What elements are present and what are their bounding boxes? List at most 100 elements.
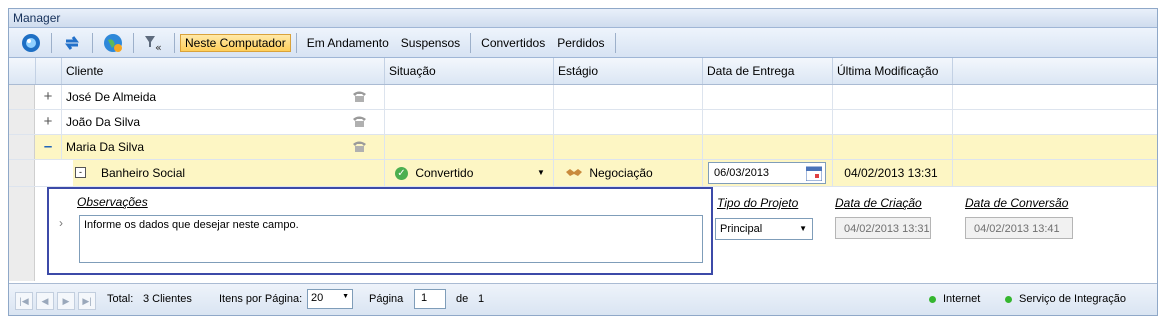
row-indicator	[9, 110, 35, 134]
toolbar-separator	[92, 32, 93, 53]
internet-status-label: Internet	[943, 293, 981, 305]
toolbar-separator	[133, 32, 134, 53]
chevron-down-icon[interactable]: ▼	[537, 160, 545, 186]
toolbar-separator	[295, 32, 297, 53]
delivery-cell: 06/03/2013	[702, 160, 833, 186]
integration-status-label: Serviço de Integração	[1019, 293, 1127, 305]
first-page-icon[interactable]: |◀	[15, 292, 33, 310]
last-page-icon[interactable]: ▶|	[78, 292, 96, 310]
modificacao-cell	[832, 110, 953, 134]
modificacao-cell	[832, 135, 953, 159]
chevron-down-icon[interactable]: ▼	[799, 219, 807, 239]
toolbar-separator	[470, 32, 472, 53]
row-indicator	[9, 187, 35, 281]
collapse-square-icon[interactable]: -	[75, 167, 86, 178]
table-row[interactable]: + João Da Silva	[9, 110, 1157, 135]
project-name: Banheiro Social	[101, 166, 186, 180]
check-circle-icon: ✓	[395, 167, 408, 181]
estagio-cell	[553, 110, 703, 134]
total-label: Total:	[107, 293, 134, 305]
table-row-selected[interactable]: – Maria Da Silva	[9, 135, 1157, 160]
internet-status: Internet	[929, 293, 980, 305]
prev-page-icon[interactable]: ◀	[36, 292, 54, 310]
window-title: Manager	[9, 9, 1157, 28]
chevron-down-icon[interactable]: ▼	[342, 293, 349, 300]
filler-cell	[952, 110, 1157, 134]
situacao-cell	[384, 110, 554, 134]
filter-suspensos[interactable]: Suspensos	[396, 34, 465, 52]
toolbar-separator	[51, 32, 52, 53]
table-row[interactable]: + José De Almeida	[9, 85, 1157, 110]
status-dot-icon	[1005, 295, 1012, 303]
project-type-select[interactable]: Principal ▼	[715, 218, 813, 240]
creation-date-field: 04/02/2013 13:31	[835, 217, 931, 239]
filter-neste-computador[interactable]: Neste Computador	[180, 33, 291, 52]
integration-status: Serviço de Integração	[1005, 293, 1126, 305]
entrega-cell	[702, 135, 833, 159]
toolbar-separator	[174, 32, 175, 53]
estagio-cell	[553, 85, 703, 109]
indent-spacer	[35, 160, 73, 186]
column-header-ultima-modificacao[interactable]: Última Modificação	[832, 58, 949, 84]
observations-label: Observações	[77, 195, 148, 209]
estagio-cell	[553, 135, 703, 159]
entrega-cell	[702, 85, 833, 109]
status-bar: |◀ ◀ ▶ ▶| Total: 3 Clientes Itens por Pá…	[9, 283, 1157, 315]
manager-window: Manager « Neste Computador Em Andamento …	[8, 8, 1158, 316]
next-page-icon[interactable]: ▶	[57, 292, 75, 310]
header-expander	[35, 58, 62, 84]
toolbar: « Neste Computador Em Andamento Suspenso…	[9, 28, 1157, 58]
total-value: 3 Clientes	[143, 293, 192, 305]
header-indicator	[9, 58, 35, 84]
column-header-cliente[interactable]: Cliente	[61, 58, 384, 84]
page-value: 1	[421, 292, 428, 304]
row-indicator	[9, 135, 35, 159]
stage-value: Negociação	[589, 166, 653, 180]
calendar-icon[interactable]	[805, 165, 823, 189]
status-select[interactable]: ✓ Convertido ▼	[384, 160, 554, 186]
page-count: 1	[478, 293, 485, 305]
entrega-cell	[702, 110, 833, 134]
project-row[interactable]: - Banheiro Social ✓ Convertido ▼ Negocia…	[9, 160, 1157, 187]
filter-convertidos[interactable]: Convertidos	[476, 34, 550, 52]
filter-perdidos[interactable]: Perdidos	[552, 34, 609, 52]
expand-button[interactable]: +	[36, 110, 60, 134]
phone-icon[interactable]	[352, 115, 367, 131]
status-value: Convertido	[415, 166, 474, 180]
of-label: de	[456, 293, 469, 305]
delivery-date-value: 06/03/2013	[714, 167, 770, 179]
client-name: José De Almeida	[61, 85, 384, 109]
svg-text:«: «	[155, 41, 162, 53]
filter-em-andamento[interactable]: Em Andamento	[302, 34, 394, 52]
refresh-icon[interactable]	[61, 32, 83, 54]
expand-button[interactable]: +	[36, 85, 60, 109]
observations-panel: Observações Informe os dados que desejar…	[47, 187, 713, 275]
phone-icon[interactable]	[352, 140, 367, 156]
column-header-data-entrega[interactable]: Data de Entrega	[702, 58, 829, 84]
column-header-estagio[interactable]: Estágio	[553, 58, 700, 84]
column-header-situacao[interactable]: Situação	[384, 58, 551, 84]
row-indicator	[9, 85, 35, 109]
per-page-select[interactable]: 20 ▼	[307, 289, 353, 309]
modificacao-cell	[832, 85, 953, 109]
project-type-value: Principal	[720, 223, 763, 235]
last-modified-value: 04/02/2013 13:31	[832, 160, 949, 186]
collapse-button[interactable]: –	[36, 135, 60, 159]
page-input[interactable]: 1	[414, 289, 446, 309]
conversion-date-field: 04/02/2013 13:41	[965, 217, 1073, 239]
project-type-label: Tipo do Projeto	[717, 196, 799, 210]
conversion-date-label: Data de Conversão	[965, 196, 1069, 210]
logo-icon[interactable]	[20, 32, 42, 54]
filler-cell	[952, 160, 1157, 186]
delivery-date-picker[interactable]: 06/03/2013	[708, 162, 826, 184]
status-dot-icon	[929, 295, 936, 303]
client-name: Maria Da Silva	[61, 135, 384, 159]
phone-icon[interactable]	[352, 90, 367, 106]
page-label: Página	[369, 293, 404, 305]
observations-textarea[interactable]: Informe os dados que desejar neste campo…	[79, 215, 703, 263]
globe-icon[interactable]	[102, 32, 124, 54]
filter-clear-icon[interactable]: «	[143, 32, 165, 54]
handshake-icon	[566, 161, 582, 187]
per-page-label: Itens por Página:	[219, 293, 303, 305]
column-header-filler	[952, 58, 1157, 84]
